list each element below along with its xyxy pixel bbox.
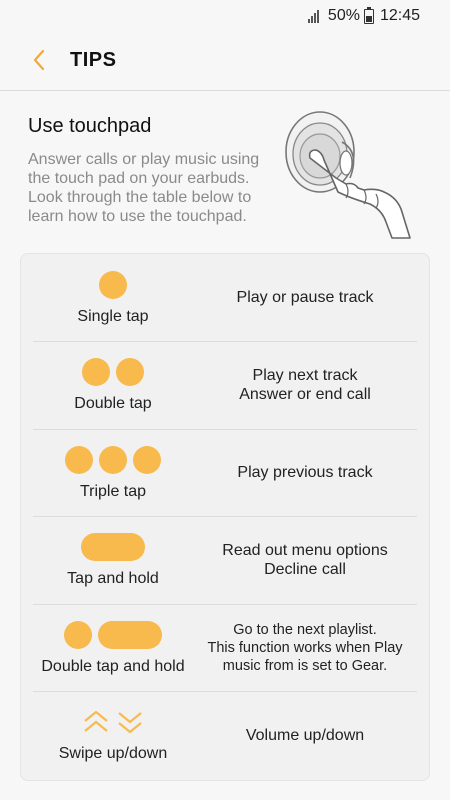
chevron-left-icon: [33, 49, 45, 71]
chevrons-up-icon: [84, 710, 108, 732]
battery-icon: [363, 6, 374, 24]
gesture-action: Play previous track: [237, 464, 373, 481]
gesture-label: Double tap: [74, 395, 152, 412]
tap-and-hold-icon: [78, 532, 148, 562]
gesture-label: Swipe up/down: [58, 745, 168, 762]
gesture-row-double-tap: Double tap Play next track Answer or end…: [33, 341, 417, 430]
battery-percent: 50%: [327, 7, 360, 24]
gesture-row-triple-tap: Triple tap Play previous track: [33, 429, 417, 517]
gesture-label: Double tap and hold: [41, 657, 185, 675]
signal-icon: [307, 9, 320, 23]
chevrons-down-icon: [118, 712, 142, 734]
gesture-row-swipe: Swipe up/down Volume up/down: [33, 691, 417, 779]
gesture-action: Play next track Answer or end call: [239, 367, 371, 403]
page-title: TIPS: [70, 48, 117, 71]
intro-title: Use touchpad: [28, 115, 152, 137]
triple-tap-icon: [62, 445, 164, 475]
clock: 12:45: [379, 7, 420, 24]
app-bar: TIPS: [0, 32, 450, 88]
double-tap-icon: [79, 357, 147, 387]
gesture-label: Tap and hold: [67, 570, 159, 587]
gesture-table: Single tap Play or pause track Double ta…: [20, 253, 430, 781]
gesture-action: Read out menu options Decline call: [222, 542, 388, 578]
gesture-action: Play or pause track: [236, 289, 374, 306]
status-bar: 50% 12:45: [0, 0, 450, 32]
gesture-action: Go to the next playlist. This function w…: [207, 621, 403, 674]
double-tap-and-hold-icon: [61, 620, 165, 650]
earbud-touch-illustration: [285, 111, 411, 239]
intro-description: Answer calls or play music using the tou…: [28, 151, 260, 225]
gesture-row-double-tap-and-hold: Double tap and hold Go to the next playl…: [33, 604, 417, 692]
gesture-row-single-tap: Single tap Play or pause track: [33, 254, 417, 342]
gesture-label: Single tap: [77, 307, 149, 325]
header-divider: [0, 90, 450, 91]
gesture-action: Volume up/down: [245, 726, 365, 744]
gesture-label: Triple tap: [79, 482, 147, 500]
swipe-up-down-icon: [82, 707, 144, 737]
intro-section: Use touchpad Answer calls or play music …: [28, 115, 278, 226]
gesture-row-tap-and-hold: Tap and hold Read out menu options Decli…: [33, 516, 417, 605]
single-tap-icon: [96, 270, 130, 300]
back-button[interactable]: [24, 45, 54, 75]
